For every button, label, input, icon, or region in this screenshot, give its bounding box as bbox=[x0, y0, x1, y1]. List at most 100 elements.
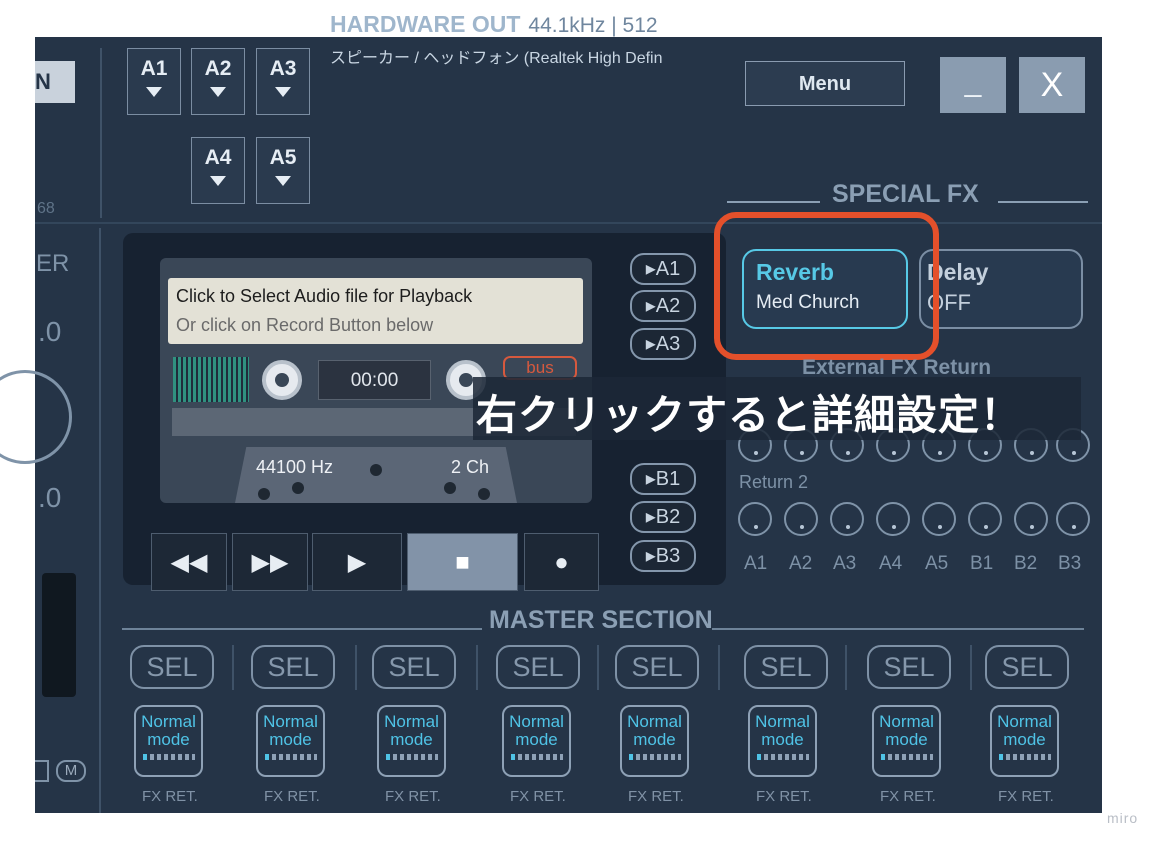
screw-icon bbox=[292, 482, 304, 494]
mode-line2: mode bbox=[515, 730, 558, 749]
mode-line1: Normal bbox=[879, 712, 934, 731]
minimize-button[interactable]: _ bbox=[940, 57, 1006, 113]
stop-button[interactable]: ■ bbox=[407, 533, 518, 591]
fx-ret-label: FX RET. bbox=[756, 788, 812, 805]
divider bbox=[232, 645, 234, 690]
hardware-out-label: HARDWARE OUT bbox=[330, 11, 521, 37]
sel-button-a5[interactable]: SEL bbox=[615, 645, 699, 689]
return2-knob-b1[interactable] bbox=[968, 502, 1002, 536]
mode-button-a2[interactable]: Normal mode bbox=[256, 705, 325, 777]
playback-hint: Click to Select Audio file for Playback bbox=[176, 286, 473, 306]
mode-button-a5[interactable]: Normal mode bbox=[620, 705, 689, 777]
fx-ret-label: FX RET. bbox=[264, 788, 320, 805]
route-a2-toggle[interactable]: ▸A2 bbox=[630, 290, 696, 322]
return2-knob-a3[interactable] bbox=[830, 502, 864, 536]
return2-knob-b2[interactable] bbox=[1014, 502, 1048, 536]
return2-knob-a5[interactable] bbox=[922, 502, 956, 536]
partial-button-label: N bbox=[35, 69, 51, 94]
bus-a5-button[interactable]: A5 bbox=[256, 137, 310, 204]
partial-button[interactable]: N bbox=[35, 61, 75, 103]
special-fx-title: SPECIAL FX bbox=[832, 180, 979, 208]
knob-label: B1 bbox=[970, 553, 994, 574]
bus-a2-button[interactable]: A2 bbox=[191, 48, 245, 115]
mode-button-a3[interactable]: Normal mode bbox=[377, 705, 446, 777]
play-button[interactable]: ▶ bbox=[312, 533, 402, 591]
knob-label: A3 bbox=[833, 553, 857, 574]
record-hint: Or click on Record Button below bbox=[176, 315, 434, 335]
mode-leds bbox=[264, 754, 317, 760]
output-device-name[interactable]: スピーカー / ヘッドフォン (Realtek High Defin bbox=[330, 44, 663, 68]
sel-button-a2[interactable]: SEL bbox=[251, 645, 335, 689]
bus-a1-button[interactable]: A1 bbox=[127, 48, 181, 115]
mode-button-a1[interactable]: Normal mode bbox=[134, 705, 203, 777]
cassette-channels: 2 Ch bbox=[451, 457, 490, 477]
bus-a4-label: A4 bbox=[204, 146, 232, 169]
knob-label: B3 bbox=[1058, 553, 1082, 574]
mode-leds bbox=[628, 754, 681, 760]
fast-forward-button[interactable]: ▶▶ bbox=[232, 533, 308, 591]
screw-icon bbox=[258, 488, 270, 500]
chevron-down-icon bbox=[210, 87, 226, 97]
rewind-button[interactable]: ◀◀ bbox=[151, 533, 227, 591]
route-b1-toggle[interactable]: ▸B1 bbox=[630, 463, 696, 495]
level-meter bbox=[173, 357, 249, 402]
mode-leds bbox=[385, 754, 438, 760]
mute-button[interactable]: M bbox=[56, 760, 86, 782]
divider bbox=[99, 228, 101, 813]
chevron-down-icon bbox=[210, 176, 226, 186]
mode-line2: mode bbox=[633, 730, 676, 749]
strip-gain-value: .0 bbox=[38, 316, 62, 347]
mode-leds bbox=[998, 754, 1051, 760]
mode-button-a4[interactable]: Normal mode bbox=[502, 705, 571, 777]
close-button[interactable]: X bbox=[1019, 57, 1085, 113]
sample-rate-buffer: 44.1kHz | 512 bbox=[528, 14, 658, 37]
mode-line2: mode bbox=[147, 730, 190, 749]
highlight-box bbox=[714, 212, 939, 360]
mode-button-b2[interactable]: Normal mode bbox=[872, 705, 941, 777]
sel-button-b2[interactable]: SEL bbox=[867, 645, 951, 689]
mode-leds bbox=[880, 754, 933, 760]
mode-button-b1[interactable]: Normal mode bbox=[748, 705, 817, 777]
sel-button-a1[interactable]: SEL bbox=[130, 645, 214, 689]
record-button[interactable]: ● bbox=[524, 533, 599, 591]
bus-a3-button[interactable]: A3 bbox=[256, 48, 310, 115]
bus-a3-label: A3 bbox=[269, 57, 297, 80]
mode-line1: Normal bbox=[627, 712, 682, 731]
partial-button[interactable] bbox=[35, 760, 49, 782]
route-b2-toggle[interactable]: ▸B2 bbox=[630, 501, 696, 533]
divider bbox=[727, 201, 820, 203]
master-section-title: MASTER SECTION bbox=[489, 606, 713, 634]
knob-label: B2 bbox=[1014, 553, 1038, 574]
bus-a4-button[interactable]: A4 bbox=[191, 137, 245, 204]
mode-line2: mode bbox=[761, 730, 804, 749]
fx-ret-label: FX RET. bbox=[510, 788, 566, 805]
return2-knob-a4[interactable] bbox=[876, 502, 910, 536]
divider bbox=[718, 645, 720, 690]
divider bbox=[970, 645, 972, 690]
divider bbox=[845, 645, 847, 690]
sel-button-b3[interactable]: SEL bbox=[985, 645, 1069, 689]
route-a3-toggle[interactable]: ▸A3 bbox=[630, 328, 696, 360]
mode-line2: mode bbox=[390, 730, 433, 749]
route-b3-toggle[interactable]: ▸B3 bbox=[630, 540, 696, 572]
fx-ret-label: FX RET. bbox=[998, 788, 1054, 805]
sel-button-b1[interactable]: SEL bbox=[744, 645, 828, 689]
hardware-out-title: HARDWARE OUT 44.1kHz | 512 bbox=[330, 11, 658, 38]
fx-ret-label: FX RET. bbox=[628, 788, 684, 805]
return2-knob-b3[interactable] bbox=[1056, 502, 1090, 536]
delay-button[interactable]: Delay OFF bbox=[919, 249, 1083, 329]
knob-label: A1 bbox=[744, 553, 768, 574]
sel-button-a3[interactable]: SEL bbox=[372, 645, 456, 689]
route-a1-toggle[interactable]: ▸A1 bbox=[630, 253, 696, 285]
mode-line1: Normal bbox=[509, 712, 564, 731]
fader-slot[interactable] bbox=[42, 573, 76, 697]
return2-knob-a2[interactable] bbox=[784, 502, 818, 536]
screw-icon bbox=[478, 488, 490, 500]
sel-button-a4[interactable]: SEL bbox=[496, 645, 580, 689]
mode-line1: Normal bbox=[141, 712, 196, 731]
mode-button-b3[interactable]: Normal mode bbox=[990, 705, 1059, 777]
return2-knob-a1[interactable] bbox=[738, 502, 772, 536]
divider bbox=[998, 201, 1088, 203]
menu-button[interactable]: Menu bbox=[745, 61, 905, 106]
mode-line2: mode bbox=[269, 730, 312, 749]
